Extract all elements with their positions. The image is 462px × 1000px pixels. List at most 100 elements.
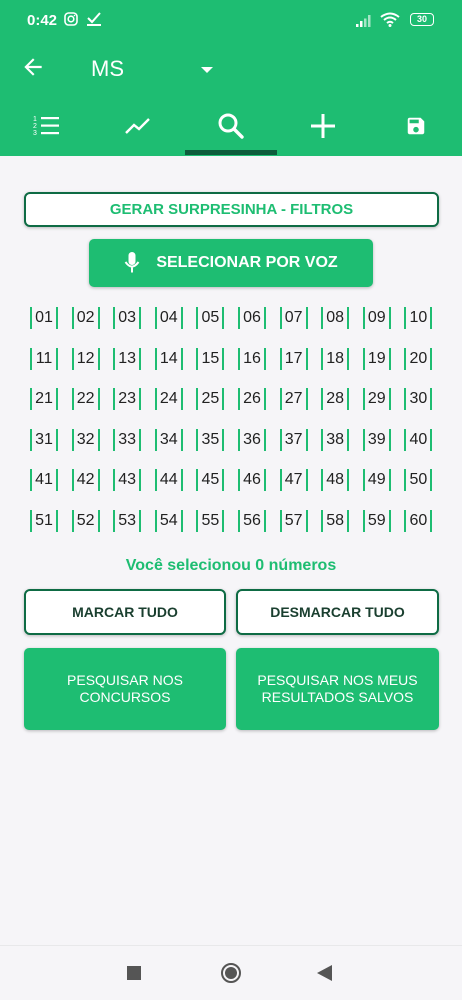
svg-text:2: 2 bbox=[33, 123, 37, 130]
status-time: 0:42 bbox=[27, 12, 58, 29]
number-toggle[interactable]: 56 bbox=[238, 510, 266, 532]
number-toggle[interactable]: 05 bbox=[196, 307, 225, 329]
tab-stats[interactable] bbox=[92, 100, 184, 156]
number-toggle[interactable]: 48 bbox=[321, 469, 350, 492]
number-toggle[interactable]: 40 bbox=[404, 428, 433, 451]
save-icon bbox=[405, 115, 427, 142]
number-toggle[interactable]: 12 bbox=[71, 347, 100, 370]
app-bar: 0:42 30 MS 123 bbox=[0, 0, 462, 156]
number-toggle[interactable]: 14 bbox=[154, 347, 183, 370]
number-toggle[interactable]: 25 bbox=[196, 388, 225, 411]
recents-icon[interactable] bbox=[127, 966, 141, 985]
status-bar: 0:42 30 bbox=[0, 0, 462, 40]
number-toggle[interactable]: 39 bbox=[362, 428, 391, 451]
svg-text:3: 3 bbox=[33, 130, 37, 137]
number-toggle[interactable]: 51 bbox=[30, 510, 58, 532]
arrow-left-icon[interactable] bbox=[20, 54, 46, 85]
number-toggle[interactable]: 23 bbox=[113, 388, 142, 411]
number-toggle[interactable]: 36 bbox=[238, 428, 266, 451]
voice-select-button[interactable]: SELECIONAR POR VOZ bbox=[89, 239, 373, 287]
number-toggle[interactable]: 58 bbox=[321, 510, 350, 532]
active-tab-indicator bbox=[185, 150, 277, 155]
number-toggle[interactable]: 04 bbox=[154, 307, 183, 329]
search-icon bbox=[217, 112, 245, 145]
numbered-list-icon: 123 bbox=[32, 114, 60, 143]
number-toggle[interactable]: 08 bbox=[321, 307, 350, 329]
number-toggle[interactable]: 59 bbox=[362, 510, 391, 532]
number-toggle[interactable]: 45 bbox=[196, 469, 225, 492]
plus-icon bbox=[310, 113, 336, 144]
number-toggle[interactable]: 24 bbox=[154, 388, 183, 411]
tab-save[interactable] bbox=[370, 100, 462, 156]
number-toggle[interactable]: 28 bbox=[321, 388, 350, 411]
search-contests-button[interactable]: PESQUISAR NOS CONCURSOS bbox=[24, 648, 226, 730]
tab-list[interactable]: 123 bbox=[0, 100, 92, 156]
number-toggle[interactable]: 41 bbox=[30, 469, 58, 492]
selection-count: Você selecionou 0 números bbox=[125, 557, 337, 574]
tab-add[interactable] bbox=[277, 100, 369, 156]
number-toggle[interactable]: 32 bbox=[71, 428, 100, 451]
number-toggle[interactable]: 21 bbox=[30, 388, 58, 411]
number-toggle[interactable]: 02 bbox=[71, 307, 100, 329]
instagram-icon bbox=[64, 12, 78, 30]
signal-icon bbox=[356, 14, 374, 31]
number-toggle[interactable]: 15 bbox=[196, 347, 225, 370]
caret-down-icon[interactable] bbox=[200, 61, 214, 79]
number-toggle[interactable]: 26 bbox=[238, 388, 266, 411]
number-toggle[interactable]: 16 bbox=[238, 347, 266, 370]
system-nav-bar bbox=[0, 945, 462, 1000]
number-toggle[interactable]: 18 bbox=[321, 347, 350, 370]
number-toggle[interactable]: 17 bbox=[279, 347, 308, 370]
number-toggle[interactable]: 27 bbox=[279, 388, 308, 411]
number-toggle[interactable]: 46 bbox=[238, 469, 266, 492]
number-toggle[interactable]: 37 bbox=[279, 428, 308, 451]
number-toggle[interactable]: 13 bbox=[113, 347, 142, 370]
number-toggle[interactable]: 44 bbox=[154, 469, 183, 492]
number-toggle[interactable]: 52 bbox=[71, 510, 100, 532]
tab-bar: 123 bbox=[0, 100, 462, 156]
home-icon[interactable] bbox=[220, 962, 242, 989]
number-toggle[interactable]: 43 bbox=[113, 469, 142, 492]
number-toggle[interactable]: 29 bbox=[362, 388, 391, 411]
number-toggle[interactable]: 47 bbox=[279, 469, 308, 492]
number-toggle[interactable]: 55 bbox=[196, 510, 225, 532]
number-toggle[interactable]: 54 bbox=[154, 510, 183, 532]
number-toggle[interactable]: 53 bbox=[113, 510, 142, 532]
toolbar: MS bbox=[0, 40, 462, 100]
number-toggle[interactable]: 01 bbox=[30, 307, 58, 329]
number-toggle[interactable]: 11 bbox=[30, 347, 58, 370]
unmark-all-button[interactable]: DESMARCAR TUDO bbox=[236, 589, 439, 635]
number-toggle[interactable]: 03 bbox=[113, 307, 142, 329]
number-toggle[interactable]: 30 bbox=[404, 388, 433, 411]
voice-select-label: SELECIONAR POR VOZ bbox=[156, 254, 338, 271]
trend-icon bbox=[124, 116, 152, 141]
battery-icon: 30 bbox=[410, 13, 434, 26]
number-toggle[interactable]: 19 bbox=[362, 347, 391, 370]
number-toggle[interactable]: 07 bbox=[279, 307, 308, 329]
number-toggle[interactable]: 35 bbox=[196, 428, 225, 451]
tab-search[interactable] bbox=[185, 100, 277, 156]
number-toggle[interactable]: 57 bbox=[279, 510, 308, 532]
mark-all-button[interactable]: MARCAR TUDO bbox=[24, 589, 226, 635]
svg-text:1: 1 bbox=[33, 116, 37, 123]
wifi-icon bbox=[380, 12, 400, 31]
filters-button[interactable]: GERAR SURPRESINHA - FILTROS bbox=[24, 192, 439, 227]
number-toggle[interactable]: 20 bbox=[404, 347, 433, 370]
number-toggle[interactable]: 22 bbox=[71, 388, 100, 411]
check-icon bbox=[86, 12, 102, 30]
microphone-icon bbox=[124, 251, 140, 275]
page-title[interactable]: MS bbox=[91, 56, 124, 82]
number-toggle[interactable]: 06 bbox=[238, 307, 266, 329]
number-toggle[interactable]: 09 bbox=[362, 307, 391, 329]
number-toggle[interactable]: 33 bbox=[113, 428, 142, 451]
number-toggle[interactable]: 60 bbox=[404, 510, 433, 532]
number-toggle[interactable]: 49 bbox=[362, 469, 391, 492]
search-saved-results-button[interactable]: PESQUISAR NOS MEUS RESULTADOS SALVOS bbox=[236, 648, 439, 730]
number-toggle[interactable]: 31 bbox=[30, 428, 58, 451]
number-toggle[interactable]: 10 bbox=[404, 307, 433, 329]
number-toggle[interactable]: 50 bbox=[404, 469, 433, 492]
number-toggle[interactable]: 42 bbox=[71, 469, 100, 492]
back-nav-icon[interactable] bbox=[317, 965, 332, 986]
number-toggle[interactable]: 38 bbox=[321, 428, 350, 451]
number-toggle[interactable]: 34 bbox=[154, 428, 183, 451]
